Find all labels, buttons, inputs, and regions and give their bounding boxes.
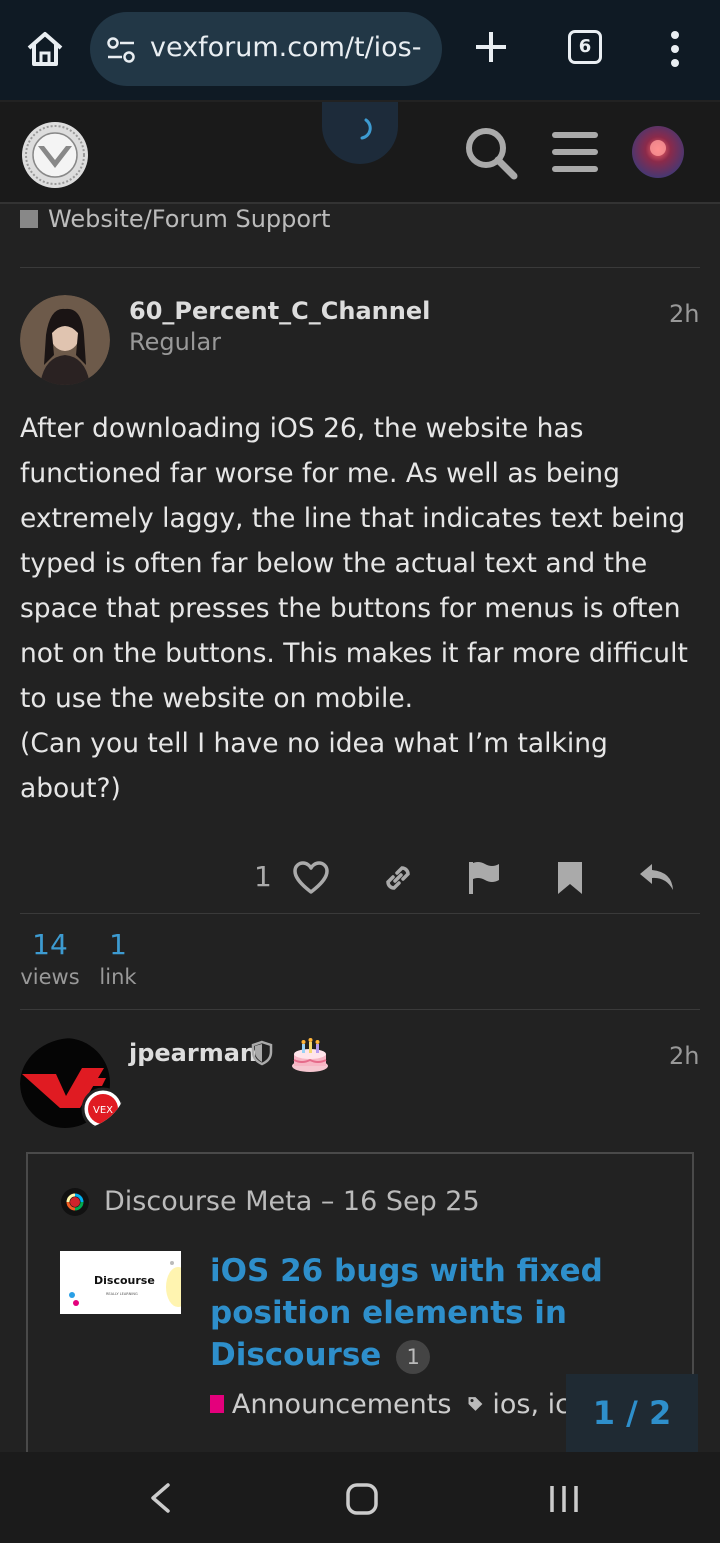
discourse-meta-icon bbox=[61, 1187, 89, 1216]
onebox-source-text[interactable]: Discourse Meta – 16 Sep 25 bbox=[104, 1186, 480, 1217]
tag-icon bbox=[468, 1397, 483, 1411]
onebox-thumb-text: Discourse bbox=[94, 1274, 155, 1287]
url-text[interactable]: vexforum.com/t/ios- bbox=[150, 32, 435, 63]
reply-icon[interactable] bbox=[638, 860, 676, 894]
onebox-thumbnail[interactable]: Discourse REALLY LEARNING bbox=[60, 1251, 190, 1314]
tab-switcher-button[interactable]: 6 bbox=[568, 30, 602, 64]
links-label[interactable]: link bbox=[98, 965, 138, 989]
topic-category[interactable]: Website/Forum Support bbox=[20, 203, 330, 235]
post-paragraph: After downloading iOS 26, the website ha… bbox=[20, 413, 688, 714]
reply-author-username[interactable]: jpearman bbox=[129, 1039, 257, 1067]
onebox-meta: Announcements ios, ic bbox=[210, 1386, 570, 1422]
site-settings-icon[interactable] bbox=[106, 36, 136, 64]
flag-icon[interactable] bbox=[468, 860, 502, 896]
user-avatar[interactable] bbox=[632, 126, 684, 178]
onebox-tags[interactable]: ios, ic bbox=[492, 1389, 570, 1420]
divider bbox=[20, 1009, 700, 1010]
links-count[interactable]: 1 bbox=[98, 928, 138, 961]
views-count: 14 bbox=[32, 928, 68, 961]
page: vexforum.com/t/ios- 6 Website/Forum Supp… bbox=[0, 0, 720, 1543]
more-options-icon[interactable] bbox=[664, 30, 686, 68]
post-actions: 1 bbox=[0, 852, 720, 904]
heart-icon[interactable] bbox=[292, 860, 330, 896]
onebox-reply-count: 1 bbox=[396, 1339, 431, 1374]
home-icon[interactable] bbox=[24, 28, 66, 70]
birthday-cake-icon bbox=[292, 1038, 328, 1072]
home-nav-icon[interactable] bbox=[345, 1482, 379, 1516]
divider bbox=[20, 267, 700, 268]
topic-progress[interactable]: 1 / 2 bbox=[566, 1374, 698, 1452]
recent-apps-icon[interactable] bbox=[548, 1484, 580, 1514]
system-navigation-bar bbox=[0, 1452, 720, 1543]
category-color-square bbox=[20, 210, 38, 228]
category-color-square bbox=[210, 1395, 224, 1413]
address-bar[interactable]: vexforum.com/t/ios- bbox=[90, 12, 442, 86]
loading-indicator bbox=[322, 102, 398, 164]
new-tab-icon[interactable] bbox=[472, 28, 510, 66]
like-count[interactable]: 1 bbox=[254, 860, 272, 893]
browser-toolbar: vexforum.com/t/ios- 6 bbox=[0, 0, 720, 100]
link-icon[interactable] bbox=[380, 860, 416, 896]
reply-time[interactable]: 2h bbox=[669, 1042, 699, 1070]
onebox-category[interactable]: Announcements bbox=[232, 1389, 452, 1420]
views-stat: 14 views bbox=[20, 928, 80, 989]
post-author-title: Regular bbox=[129, 328, 222, 356]
hamburger-menu-icon[interactable] bbox=[552, 130, 598, 174]
post-author-avatar[interactable] bbox=[20, 295, 110, 385]
links-stat[interactable]: 1 link bbox=[98, 928, 138, 989]
post-body: After downloading iOS 26, the website ha… bbox=[20, 406, 700, 811]
vex-forum-logo[interactable] bbox=[20, 120, 90, 190]
search-icon[interactable] bbox=[462, 124, 520, 182]
site-header bbox=[0, 102, 720, 204]
back-icon[interactable] bbox=[148, 1482, 172, 1514]
onebox-topic[interactable]: iOS 26 bugs with fixed position elements… bbox=[210, 1250, 630, 1376]
views-label: views bbox=[20, 965, 80, 989]
reply-author-avatar[interactable]: VEX bbox=[20, 1038, 126, 1130]
category-name[interactable]: Website/Forum Support bbox=[48, 205, 330, 233]
onebox-thumb-subtext: REALLY LEARNING bbox=[106, 1292, 138, 1296]
post-paragraph: (Can you tell I have no idea what I’m ta… bbox=[20, 728, 608, 804]
post-time[interactable]: 2h bbox=[669, 300, 699, 328]
onebox-source[interactable]: Discourse Meta – 16 Sep 25 bbox=[60, 1186, 480, 1217]
svg-text:VEX: VEX bbox=[93, 1105, 113, 1116]
moderator-shield-icon bbox=[251, 1040, 273, 1066]
post-author-username[interactable]: 60_Percent_C_Channel bbox=[129, 297, 430, 325]
bookmark-icon[interactable] bbox=[556, 860, 584, 896]
divider bbox=[20, 913, 700, 914]
